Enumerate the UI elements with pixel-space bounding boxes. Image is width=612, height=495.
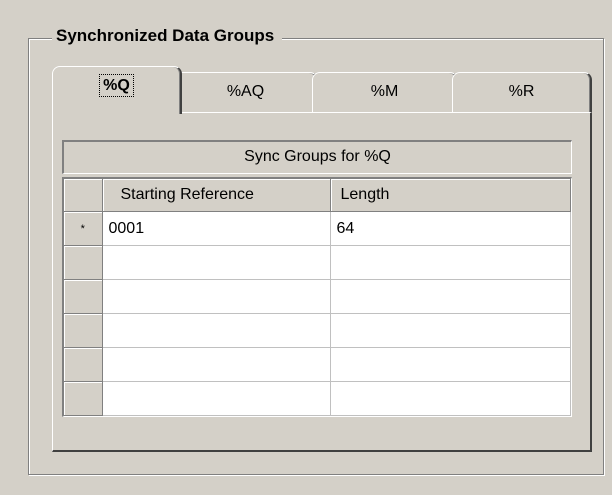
starting-reference-cell[interactable]: [102, 245, 331, 280]
column-header-length[interactable]: Length: [330, 179, 571, 212]
length-cell[interactable]: [330, 381, 571, 416]
row-header[interactable]: [64, 245, 103, 280]
row-header[interactable]: [64, 313, 103, 348]
tab-r[interactable]: %R: [452, 72, 592, 112]
table-row: * 0001 64: [64, 211, 571, 246]
grid-corner-cell[interactable]: [64, 179, 103, 212]
table-row: [64, 347, 571, 382]
starting-reference-cell[interactable]: [102, 381, 331, 416]
grid-header-row: Starting Reference Length: [64, 179, 571, 212]
starting-reference-cell[interactable]: 0001: [102, 211, 331, 246]
tab-label: %M: [370, 83, 399, 100]
starting-reference-cell[interactable]: [102, 347, 331, 382]
table-row: [64, 381, 571, 416]
table-row: [64, 245, 571, 280]
length-cell[interactable]: [330, 245, 571, 280]
table-row: [64, 313, 571, 348]
starting-reference-cell[interactable]: [102, 313, 331, 348]
grid-caption: Sync Groups for %Q: [62, 140, 572, 174]
sync-groups-grid[interactable]: Starting Reference Length * 0001 64: [62, 177, 572, 417]
tab-aq[interactable]: %AQ: [174, 72, 318, 112]
starting-reference-cell[interactable]: [102, 279, 331, 314]
length-cell[interactable]: [330, 313, 571, 348]
tab-label: %AQ: [226, 83, 265, 100]
tab-label: %Q: [99, 74, 134, 97]
new-row-marker[interactable]: *: [64, 211, 103, 246]
length-cell[interactable]: [330, 279, 571, 314]
group-box-title: Synchronized Data Groups: [52, 24, 283, 48]
column-header-starting-reference[interactable]: Starting Reference: [102, 179, 331, 212]
tab-q[interactable]: %Q: [52, 66, 182, 114]
table-row: [64, 279, 571, 314]
row-header[interactable]: [64, 279, 103, 314]
sync-groups-panel: Synchronized Data Groups %AQ %M %R %Q Sy…: [0, 0, 612, 495]
length-cell[interactable]: 64: [330, 211, 571, 246]
grid-table: Starting Reference Length * 0001 64: [64, 179, 571, 416]
length-cell[interactable]: [330, 347, 571, 382]
row-header[interactable]: [64, 347, 103, 382]
tab-m[interactable]: %M: [312, 72, 458, 112]
tab-label: %R: [508, 83, 535, 100]
row-header[interactable]: [64, 381, 103, 416]
